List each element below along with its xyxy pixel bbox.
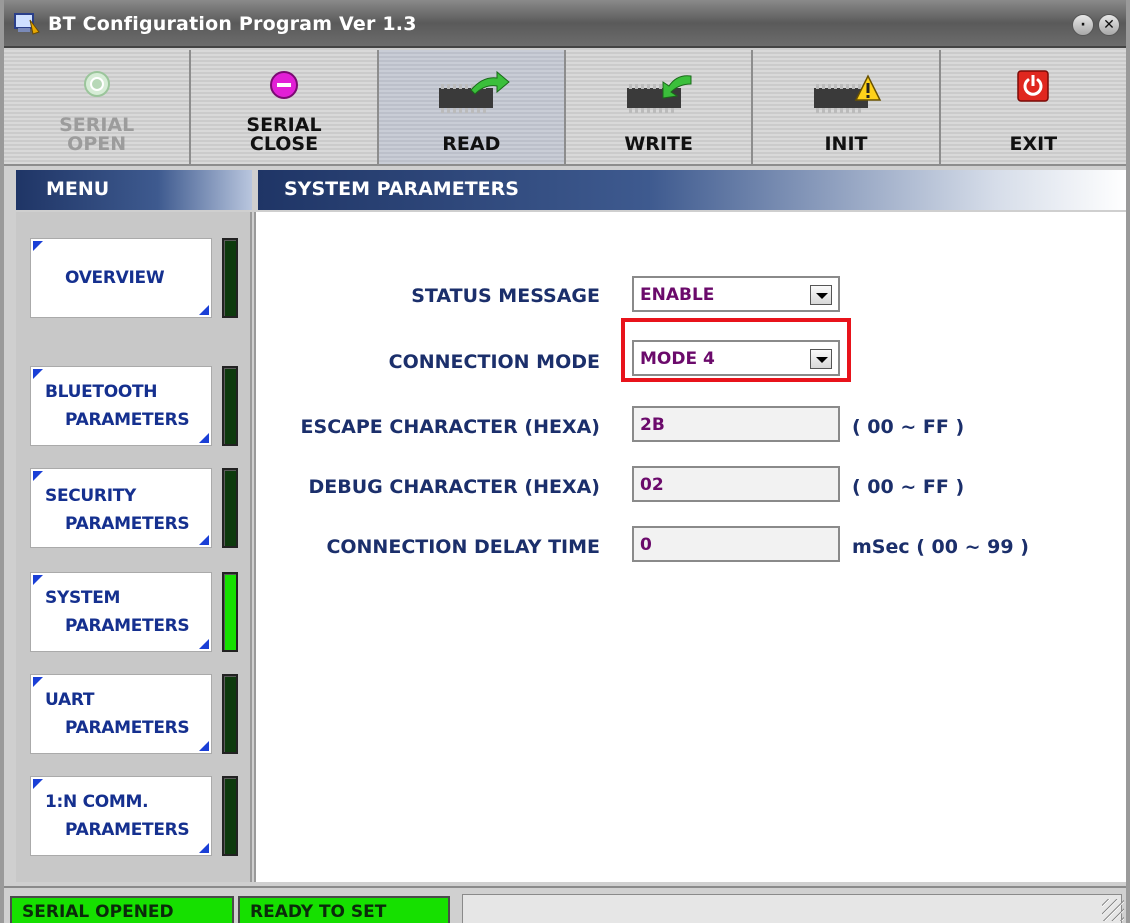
- serial-open-label-2: OPEN: [67, 133, 127, 155]
- menu-item-label: OVERVIEW: [65, 268, 165, 288]
- escape-character-input[interactable]: 2B: [632, 406, 840, 442]
- menu-item-label: 1:N COMM.: [45, 792, 149, 812]
- window-title: BT Configuration Program Ver 1.3: [48, 13, 417, 35]
- corner-marker-icon: [199, 741, 209, 751]
- highlight-box: [621, 318, 851, 382]
- serial-close-label-2: CLOSE: [249, 133, 319, 155]
- chip-read-icon: [439, 70, 511, 113]
- connection-delay-range: mSec ( 00 ~ 99 ): [852, 536, 1029, 558]
- menu-header: MENU: [16, 170, 252, 210]
- status-bar: SERIAL OPENED READY TO SET: [4, 886, 1126, 923]
- menu-item-security-parameters[interactable]: SECURITY PARAMETERS: [30, 468, 212, 548]
- exit-label: EXIT: [1009, 133, 1058, 155]
- status-empty-panel: [462, 894, 1122, 923]
- connection-delay-value: 0: [640, 535, 652, 555]
- escape-character-label: ESCAPE CHARACTER (HEXA): [300, 416, 600, 438]
- init-button[interactable]: INIT: [753, 50, 941, 166]
- exit-button[interactable]: EXIT: [940, 50, 1126, 166]
- init-label: INIT: [824, 133, 868, 155]
- corner-marker-icon: [199, 639, 209, 649]
- escape-character-range: ( 00 ~ FF ): [852, 416, 965, 438]
- app-window: BT Configuration Program Ver 1.3 · ✕ SER…: [0, 0, 1130, 923]
- corner-marker-icon: [33, 369, 43, 379]
- menu-indicator-security: [222, 468, 238, 548]
- corner-marker-icon: [199, 305, 209, 315]
- app-icon: [14, 13, 40, 35]
- corner-marker-icon: [199, 433, 209, 443]
- menu-item-sublabel: PARAMETERS: [65, 820, 190, 840]
- corner-marker-icon: [199, 843, 209, 853]
- menu-indicator-overview: [222, 238, 238, 318]
- connection-delay-label: CONNECTION DELAY TIME: [326, 536, 600, 558]
- menu-item-1n-comm-parameters[interactable]: 1:N COMM. PARAMETERS: [30, 776, 212, 856]
- menu-item-sublabel: PARAMETERS: [65, 410, 190, 430]
- close-window-button[interactable]: ✕: [1098, 14, 1120, 36]
- menu-panel: OVERVIEW BLUETOOTH PARAMETERS SECURITY P…: [16, 212, 252, 882]
- dropdown-arrow-icon[interactable]: [810, 285, 832, 305]
- title-bar[interactable]: BT Configuration Program Ver 1.3 · ✕: [4, 0, 1126, 48]
- serial-open-icon: [83, 71, 110, 97]
- read-label: READ: [442, 133, 501, 155]
- menu-item-sublabel: PARAMETERS: [65, 514, 190, 534]
- section-header: SYSTEM PARAMETERS: [258, 170, 1126, 210]
- write-label: WRITE: [624, 133, 693, 155]
- read-button[interactable]: READ: [378, 50, 566, 166]
- power-icon: [1017, 70, 1050, 102]
- menu-item-label: UART: [45, 690, 95, 710]
- menu-indicator-system: [222, 572, 238, 652]
- menu-indicator-bluetooth: [222, 366, 238, 446]
- debug-character-label: DEBUG CHARACTER (HEXA): [308, 476, 601, 498]
- status-message-select[interactable]: ENABLE: [632, 276, 840, 312]
- toolbar: SERIAL OPEN SERIAL CLOSE READ WRITE INIT…: [4, 50, 1126, 166]
- menu-item-sublabel: PARAMETERS: [65, 718, 190, 738]
- minimize-button[interactable]: ·: [1072, 14, 1094, 36]
- connection-mode-label: CONNECTION MODE: [388, 351, 600, 373]
- status-message-label: STATUS MESSAGE: [411, 285, 600, 307]
- debug-character-value: 02: [640, 475, 664, 495]
- corner-marker-icon: [33, 575, 43, 585]
- debug-character-range: ( 00 ~ FF ): [852, 476, 965, 498]
- chip-warning-icon: [813, 74, 882, 113]
- debug-character-input[interactable]: 02: [632, 466, 840, 502]
- corner-marker-icon: [199, 535, 209, 545]
- status-message-value: ENABLE: [640, 285, 715, 305]
- menu-indicator-uart: [222, 674, 238, 754]
- menu-item-label: SECURITY: [45, 486, 137, 506]
- resize-grip-icon[interactable]: [1102, 899, 1124, 921]
- menu-item-overview[interactable]: OVERVIEW: [30, 238, 212, 318]
- escape-character-value: 2B: [640, 415, 665, 435]
- menu-item-bluetooth-parameters[interactable]: BLUETOOTH PARAMETERS: [30, 366, 212, 446]
- corner-marker-icon: [33, 677, 43, 687]
- corner-marker-icon: [33, 779, 43, 789]
- corner-marker-icon: [33, 241, 43, 251]
- serial-open-button[interactable]: SERIAL OPEN: [4, 50, 192, 166]
- ready-status-badge: READY TO SET: [238, 896, 450, 923]
- serial-status-badge: SERIAL OPENED: [10, 896, 234, 923]
- menu-indicator-1n-comm: [222, 776, 238, 856]
- menu-item-sublabel: PARAMETERS: [65, 616, 190, 636]
- serial-close-icon: [269, 71, 298, 99]
- menu-item-system-parameters[interactable]: SYSTEM PARAMETERS: [30, 572, 212, 652]
- chip-write-icon: [626, 75, 692, 113]
- write-button[interactable]: WRITE: [565, 50, 754, 166]
- serial-close-button[interactable]: SERIAL CLOSE: [191, 50, 379, 166]
- connection-delay-input[interactable]: 0: [632, 526, 840, 562]
- menu-item-label: SYSTEM: [45, 588, 121, 608]
- menu-item-uart-parameters[interactable]: UART PARAMETERS: [30, 674, 212, 754]
- corner-marker-icon: [33, 471, 43, 481]
- menu-item-label: BLUETOOTH: [45, 382, 158, 402]
